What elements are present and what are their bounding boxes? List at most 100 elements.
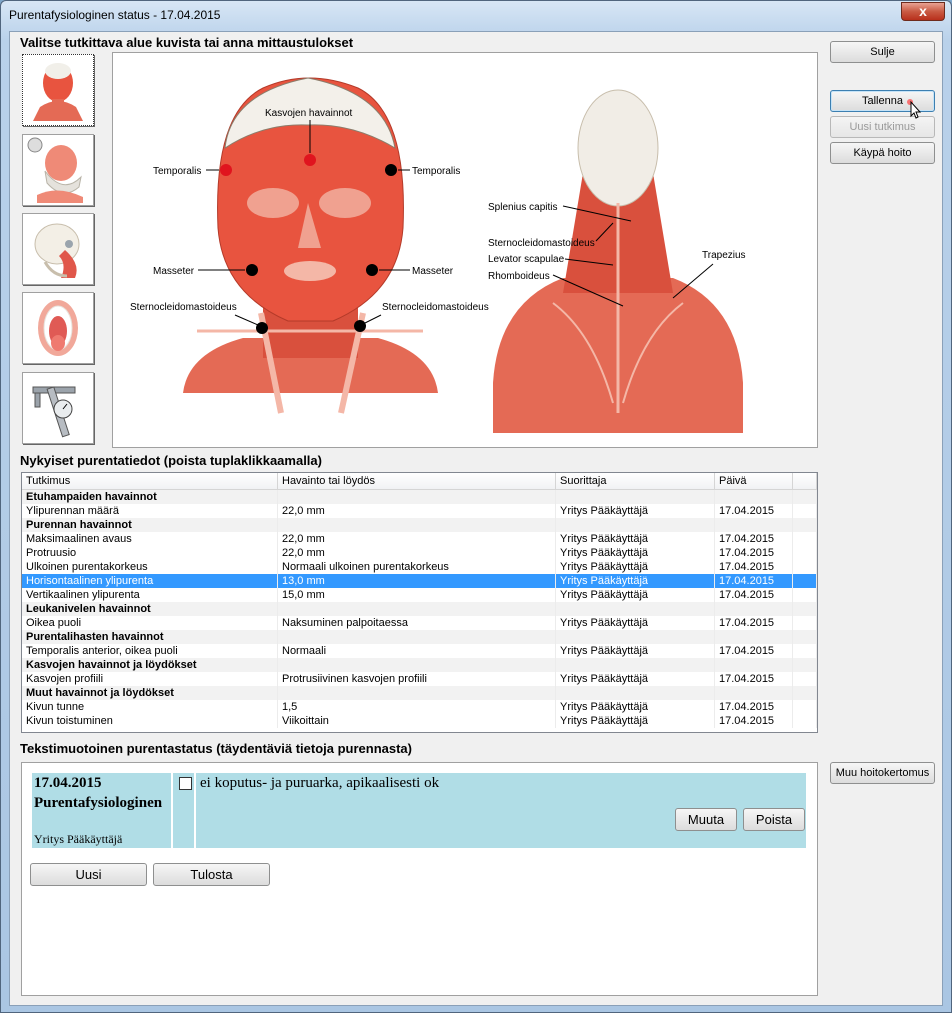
marker-masseter-right[interactable]	[366, 264, 378, 276]
grid-filler-cell	[793, 644, 817, 658]
print-button[interactable]: Tulosta	[153, 863, 270, 886]
grid-cell: Vertikaalinen ylipurenta	[22, 588, 278, 602]
thumbnail-open-mouth[interactable]	[22, 292, 94, 364]
grid-filler-cell	[793, 616, 817, 630]
grid-cell: 17.04.2015	[715, 532, 793, 546]
table-row[interactable]: Ylipurennan määrä 22,0 mm Yritys Pääkäyttä…	[22, 504, 817, 518]
table-row[interactable]: Protruusio 22,0 mm Yritys Pääkäyttäjä 17.04…	[22, 546, 817, 560]
table-row[interactable]: Vertikaalinen ylipurenta 15,0 mm Yritys Pä…	[22, 588, 817, 602]
thumbnail-caliper[interactable]	[22, 372, 94, 444]
marker-scm-left[interactable]	[256, 322, 268, 334]
grid-filler-cell	[793, 630, 817, 644]
marker-scm-right[interactable]	[354, 320, 366, 332]
grid-cell: Ulkoinen purentakorkeus	[22, 560, 278, 574]
table-row[interactable]: Maksimaalinen avaus 22,0 mm Yritys Pääkäyt…	[22, 532, 817, 546]
header-suorittaja[interactable]: Suorittaja	[556, 473, 715, 489]
label-rhomboideus: Rhomboideus	[488, 271, 550, 282]
new-button[interactable]: Uusi	[30, 863, 147, 886]
grid-cell: Kivun tunne	[22, 700, 278, 714]
grid-cell: Protrusiivinen kasvojen profiili	[278, 672, 556, 686]
grid-group-row[interactable]: Kasvojen havainnot ja löydökset	[22, 658, 817, 672]
title-bar[interactable]: Purentafysiologinen status - 17.04.2015 …	[1, 1, 951, 31]
other-report-button[interactable]: Muu hoitokertomus	[830, 762, 935, 784]
header-paiva[interactable]: Päivä	[715, 473, 793, 489]
marker-temporalis-left[interactable]	[220, 164, 232, 176]
entry-separator	[171, 773, 173, 848]
table-row[interactable]: Kasvojen profiili Protrusiivinen kasvojen…	[22, 672, 817, 686]
grid-cell: Kivun toistuminen	[22, 714, 278, 728]
grid-filler-cell	[793, 700, 817, 714]
thumbnail-face-muscles[interactable]	[22, 54, 94, 126]
grid-cell	[715, 490, 793, 504]
table-row[interactable]: Kivun toistuminen Viikoittain Yritys Pääkä…	[22, 714, 817, 728]
grid-cell	[556, 630, 715, 644]
header-havainto[interactable]: Havainto tai löydös	[278, 473, 556, 489]
grid-filler-cell	[793, 714, 817, 728]
grid-cell: Maksimaalinen avaus	[22, 532, 278, 546]
grid-cell: Yritys Pääkäyttäjä	[556, 532, 715, 546]
marker-temporalis-right[interactable]	[385, 164, 397, 176]
grid-cell	[278, 490, 556, 504]
thumbnail-skull-side[interactable]	[22, 213, 94, 285]
marker-masseter-left[interactable]	[246, 264, 258, 276]
jaw-joint-icon	[27, 137, 83, 203]
grid-group-row[interactable]: Etuhampaiden havainnot	[22, 490, 817, 504]
grid-filler-cell	[793, 574, 817, 588]
grid-cell: Yritys Pääkäyttäjä	[556, 616, 715, 630]
grid-filler-cell	[793, 518, 817, 532]
table-row[interactable]: Horisontaalinen ylipurenta 13,0 mm Yritys …	[22, 574, 817, 588]
header-tutkimus[interactable]: Tutkimus	[22, 473, 278, 489]
grid-group-row[interactable]: Muut havainnot ja löydökset	[22, 686, 817, 700]
grid-cell: 17.04.2015	[715, 672, 793, 686]
current-data-label: Nykyiset purentatiedot (poista tuplaklik…	[20, 453, 322, 468]
grid-cell: 1,5	[278, 700, 556, 714]
table-row[interactable]: Oikea puoli Naksuminen palpoitaessa Yritys…	[22, 616, 817, 630]
delete-button[interactable]: Poista	[743, 808, 805, 831]
table-row[interactable]: Ulkoinen purentakorkeus Normaali ulkoinen…	[22, 560, 817, 574]
grid-cell: Purentalihasten havainnot	[22, 630, 278, 644]
anatomy-image-panel[interactable]: Kasvojen havainnot Temporalis Temporalis…	[112, 52, 818, 448]
entry-text[interactable]: ei koputus- ja puruarka, apikaalisesti o…	[200, 775, 439, 792]
care-guide-button[interactable]: Käypä hoito	[830, 142, 935, 164]
client-area: Valitse tutkittava alue kuvista tai anna…	[9, 31, 943, 1006]
close-button[interactable]: Sulje	[830, 41, 935, 63]
window-close-button[interactable]: x	[901, 2, 945, 21]
table-row[interactable]: Kivun tunne 1,5 Yritys Pääkäyttäjä 17.04.20…	[22, 700, 817, 714]
thumbnail-jaw-joint[interactable]	[22, 134, 94, 206]
grid-cell: Purennan havainnot	[22, 518, 278, 532]
grid-filler-cell	[793, 588, 817, 602]
grid-cell: Ylipurennan määrä	[22, 504, 278, 518]
grid-cell: 22,0 mm	[278, 546, 556, 560]
entry-checkbox[interactable]	[179, 777, 192, 790]
grid-cell	[715, 658, 793, 672]
grid-cell: Kasvojen havainnot ja löydökset	[22, 658, 278, 672]
findings-grid[interactable]: Tutkimus Havainto tai löydös Suorittaja …	[21, 472, 818, 733]
grid-cell	[715, 602, 793, 616]
application-window: Purentafysiologinen status - 17.04.2015 …	[0, 0, 952, 1013]
grid-cell	[556, 518, 715, 532]
grid-header: Tutkimus Havainto tai löydös Suorittaja …	[22, 473, 817, 490]
grid-cell	[715, 630, 793, 644]
grid-cell: 13,0 mm	[278, 574, 556, 588]
grid-cell: 17.04.2015	[715, 546, 793, 560]
marker-kasvojen[interactable]	[304, 154, 316, 166]
grid-group-row[interactable]: Purentalihasten havainnot	[22, 630, 817, 644]
grid-cell: Yritys Pääkäyttäjä	[556, 546, 715, 560]
select-area-label: Valitse tutkittava alue kuvista tai anna…	[20, 35, 354, 50]
grid-cell: 17.04.2015	[715, 644, 793, 658]
table-row[interactable]: Temporalis anterior, oikea puoli Normaali…	[22, 644, 817, 658]
grid-cell	[278, 602, 556, 616]
edit-button[interactable]: Muuta	[675, 808, 737, 831]
grid-body: Etuhampaiden havainnot Ylipurennan määrä 2…	[22, 490, 817, 728]
grid-group-row[interactable]: Purennan havainnot	[22, 518, 817, 532]
grid-cell: Yritys Pääkäyttäjä	[556, 714, 715, 728]
grid-cell: Muut havainnot ja löydökset	[22, 686, 278, 700]
grid-filler-cell	[793, 560, 817, 574]
grid-cell: Normaali ulkoinen purentakorkeus	[278, 560, 556, 574]
status-entry[interactable]: 17.04.2015 Purentafysiologinen Yritys Pä…	[32, 773, 806, 848]
grid-cell: Yritys Pääkäyttäjä	[556, 672, 715, 686]
text-status-label: Tekstimuotoinen purentastatus (täydentäv…	[20, 741, 412, 756]
grid-group-row[interactable]: Leukanivelen havainnot	[22, 602, 817, 616]
grid-cell: 17.04.2015	[715, 560, 793, 574]
header-filler	[793, 473, 817, 489]
